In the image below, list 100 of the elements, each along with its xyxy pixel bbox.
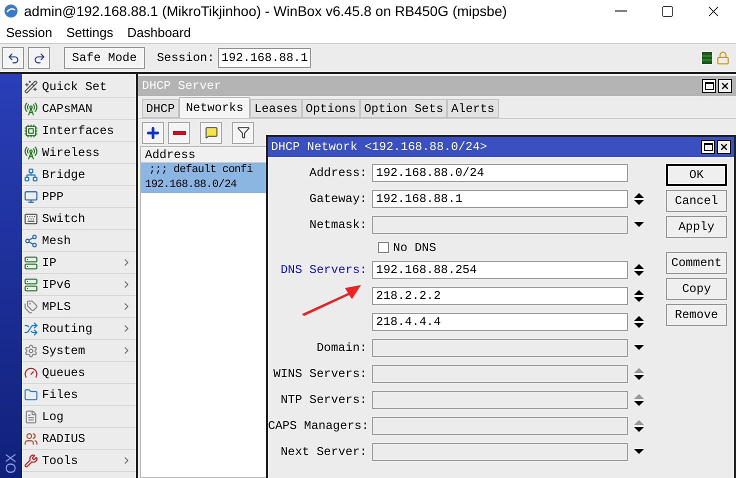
sidebar-item[interactable]: Log	[22, 406, 136, 428]
input-field[interactable]: 218.4.4.4	[372, 313, 628, 331]
folder-icon	[24, 388, 38, 402]
tab[interactable]: Options	[302, 99, 360, 118]
minus-icon	[172, 130, 186, 134]
field-label: NTP Servers:	[280, 393, 367, 407]
tab[interactable]: DHCP	[142, 99, 179, 118]
field-label: CAPS Managers:	[268, 419, 369, 433]
safe-mode-button[interactable]: Safe Mode	[64, 47, 145, 69]
undo-button[interactable]	[2, 47, 24, 69]
pointer-arrow	[300, 283, 362, 316]
sidebar-item[interactable]: Switch	[22, 208, 136, 230]
computer-icon	[24, 190, 38, 204]
close-icon[interactable]	[718, 79, 732, 93]
checkbox-label: No DNS	[393, 240, 436, 256]
sidebar-item[interactable]: CAPsMAN	[22, 98, 136, 120]
input-field[interactable]: 192.168.88.1	[372, 190, 628, 208]
field-label: Domain:	[316, 341, 367, 355]
restore-icon[interactable]	[702, 79, 716, 93]
spin-arrows-icon[interactable]	[634, 263, 644, 277]
lock-icon	[716, 51, 730, 65]
close-icon[interactable]	[717, 140, 731, 154]
maximize-icon	[660, 4, 674, 18]
tab[interactable]: Networks	[178, 97, 250, 118]
dialog-button[interactable]: Apply	[666, 216, 727, 238]
brand-text: OX	[2, 453, 20, 474]
minimize-icon	[615, 10, 627, 12]
sidebar-item[interactable]: RADIUS	[22, 428, 136, 450]
plus-icon	[145, 124, 161, 140]
sidebar-item[interactable]: Mesh	[22, 230, 136, 252]
ipv6-icon	[24, 278, 38, 292]
ip-icon	[24, 256, 38, 270]
sidebar-item[interactable]: Interfaces	[22, 120, 136, 142]
window-title: admin@192.168.88.1 (MikroTikjinhoo) - WinBox v6.45.8 on RB450G (mipsbe)	[24, 2, 507, 21]
field-label: WINS Servers:	[273, 367, 367, 381]
column-header[interactable]: Address	[141, 146, 196, 164]
tags-icon	[24, 300, 38, 314]
input-field[interactable]	[372, 339, 628, 357]
session-field[interactable]: 192.168.88.1	[218, 48, 311, 68]
redo-button[interactable]	[28, 47, 50, 69]
menu-item[interactable]: Session	[6, 22, 52, 42]
tab[interactable]: Option Sets	[360, 99, 448, 118]
sidebar-item[interactable]: Wireless	[22, 142, 136, 164]
checkbox[interactable]	[378, 242, 389, 253]
dialog-button[interactable]: OK	[666, 164, 727, 186]
input-field[interactable]	[372, 443, 628, 461]
sidebar-item[interactable]: MPLS	[22, 296, 136, 318]
remove-button[interactable]	[168, 122, 190, 144]
network-card-icon	[24, 124, 38, 138]
sidebar-item[interactable]: Quick Set	[22, 76, 136, 98]
menu-item[interactable]: Dashboard	[127, 22, 191, 42]
dialog-button[interactable]: Comment	[666, 252, 727, 274]
sidebar-item[interactable]: Queues	[22, 362, 136, 384]
spin-arrows-icon[interactable]	[634, 192, 644, 206]
add-button[interactable]	[142, 122, 164, 144]
input-field[interactable]: 192.168.88.0/24	[372, 164, 628, 182]
routing-icon	[24, 322, 38, 336]
antenna-icon	[24, 102, 38, 116]
users-icon	[24, 432, 38, 446]
sidebar-item[interactable]: IPv6	[22, 274, 136, 296]
comment-button[interactable]	[200, 122, 222, 144]
mesh-icon	[24, 234, 38, 248]
sidebar-item[interactable]: PPP	[22, 186, 136, 208]
undo-icon	[6, 52, 20, 64]
input-field[interactable]: 192.168.88.254	[372, 261, 628, 279]
document-icon	[24, 410, 38, 424]
input-field[interactable]	[372, 365, 628, 383]
sidebar-item[interactable]: Tools	[22, 450, 136, 472]
menu-item[interactable]: Settings	[66, 22, 114, 42]
tab[interactable]: Alerts	[447, 99, 498, 118]
status-bars-icon	[702, 52, 712, 64]
app-logo-icon	[4, 4, 18, 18]
input-field[interactable]	[372, 391, 628, 409]
dialog-button[interactable]: Cancel	[666, 190, 727, 212]
switch-icon	[24, 212, 38, 226]
filter-button[interactable]	[232, 122, 254, 144]
sidebar-item[interactable]: Bridge	[22, 164, 136, 186]
restore-icon[interactable]	[701, 140, 715, 154]
sidebar-item[interactable]: Files	[22, 384, 136, 406]
field-label: Next Server:	[280, 445, 367, 459]
gear-icon	[24, 344, 38, 358]
input-field[interactable]: 218.2.2.2	[372, 287, 628, 305]
sidebar-item[interactable]: Routing	[22, 318, 136, 340]
antenna-icon	[24, 146, 38, 160]
sidebar-item[interactable]: IP	[22, 252, 136, 274]
field-label: Gateway:	[309, 192, 367, 206]
input-field[interactable]	[372, 417, 628, 435]
gauge-icon	[24, 366, 38, 380]
bridge-icon	[24, 168, 38, 182]
field-label: Netmask:	[309, 218, 367, 232]
sidebar-item[interactable]: System	[22, 340, 136, 362]
redo-icon	[32, 52, 46, 64]
spin-arrows-icon[interactable]	[634, 315, 644, 329]
tab[interactable]: Leases	[250, 99, 302, 118]
dialog-button[interactable]: Remove	[666, 304, 727, 326]
spin-arrows-icon[interactable]	[634, 289, 644, 303]
session-label: Session:	[156, 50, 214, 67]
dialog-title: DHCP Network <192.168.88.0/24>	[271, 139, 488, 156]
input-field[interactable]	[372, 216, 628, 234]
dialog-button[interactable]: Copy	[666, 278, 727, 300]
